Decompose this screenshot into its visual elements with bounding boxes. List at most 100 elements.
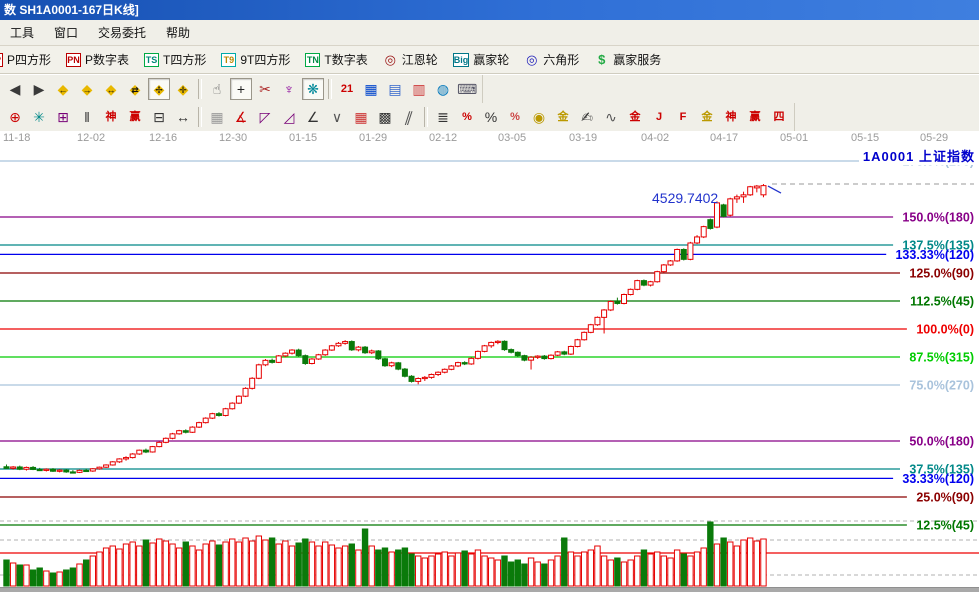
volume-bar — [567, 551, 575, 587]
winner-service-button-icon: $ — [598, 51, 606, 67]
volume-bar — [149, 542, 156, 587]
hexagon-button[interactable]: ◎ 六角形 — [521, 49, 582, 70]
h-arrows-icon[interactable]: ↔ — [172, 106, 194, 128]
f-angle-icon[interactable]: F — [672, 106, 694, 128]
candle — [269, 359, 276, 363]
t-square-button[interactable]: TS T四方形 — [141, 49, 209, 70]
volume-bar — [395, 549, 402, 587]
calculator-icon[interactable]: ▦ — [360, 78, 382, 100]
percent-icon[interactable]: % — [480, 106, 502, 128]
candle — [421, 376, 428, 380]
pen-flag-icon[interactable]: ✍ — [576, 106, 598, 128]
candle — [176, 430, 183, 435]
gold-circle-icon[interactable]: ◉ — [528, 106, 550, 128]
volume-bar — [587, 549, 595, 587]
price-ladder-icon[interactable]: ≣ — [432, 106, 454, 128]
t9-square-button[interactable]: T9 9T四方形 — [218, 49, 293, 70]
candle — [660, 264, 667, 273]
v-check-icon[interactable]: ∨ — [326, 106, 348, 128]
volume-bar — [667, 557, 674, 587]
web-export-icon[interactable]: ◍ — [432, 78, 454, 100]
gold-red-icon[interactable]: 金 — [624, 106, 646, 128]
crosshair-icon[interactable]: + — [230, 78, 252, 100]
volume-bar — [136, 545, 143, 587]
winner-wheel-button[interactable]: Big 赢家轮 — [450, 49, 513, 70]
hexagon-button-label: 六角形 — [543, 53, 580, 67]
chart-area[interactable]: 175.0%(270)150.0%(180)137.5%(135)133.33%… — [0, 131, 979, 587]
gold-lines-icon[interactable]: 金 — [552, 106, 574, 128]
date-tick-label: 05-29 — [920, 132, 949, 144]
fan-box2-icon[interactable]: ◿ — [278, 106, 300, 128]
shen-angle-icon[interactable]: 神 — [720, 106, 742, 128]
calendar-icon[interactable]: 21 — [336, 78, 358, 100]
volume-bar — [514, 559, 521, 587]
diamond-4way-icon[interactable]: ◆ ✢ — [148, 78, 170, 100]
menu-item-1[interactable]: 窗口 — [44, 21, 88, 44]
starburst-icon[interactable]: ✳ — [28, 106, 50, 128]
diamond-swap-icon[interactable]: ◆ ⇄ — [124, 78, 146, 100]
menu-item-2[interactable]: 交易委托 — [88, 21, 156, 44]
grid-red-icon[interactable]: ▦ — [350, 106, 372, 128]
volume-bar — [607, 559, 614, 587]
candle — [23, 466, 30, 470]
grid-black-icon[interactable]: ▩ — [374, 106, 396, 128]
gann-wheel-icon[interactable]: ⊕ — [4, 106, 26, 128]
fib5-icon[interactable]: % — [504, 106, 526, 128]
back-icon[interactable]: ◀ — [4, 78, 26, 100]
diamond-hmove-icon[interactable]: ◆ ↔ — [100, 78, 122, 100]
diamond-cross-icon[interactable]: ◆ ✛ — [172, 78, 194, 100]
diamond-right-icon[interactable]: ◆ → — [76, 78, 98, 100]
fib-retrace-icon[interactable]: % — [456, 106, 478, 128]
report-icon[interactable]: ▤ — [384, 78, 406, 100]
frame-grid-icon[interactable]: ▦ — [206, 106, 228, 128]
winner-service-button[interactable]: $ 赢家服务 — [591, 49, 664, 70]
volume-bar — [713, 543, 721, 587]
save-icon[interactable]: ▥ — [408, 78, 430, 100]
polyline-icon[interactable]: ✂ — [254, 78, 276, 100]
menu-item-0[interactable]: 工具 — [0, 21, 44, 44]
trident-tool-icon[interactable]: ♆ — [278, 78, 300, 100]
candle — [514, 351, 521, 357]
p-table-button-icon: PN — [66, 52, 82, 67]
gann-fan-red-icon[interactable]: ∡ — [230, 106, 252, 128]
volume-bar — [169, 543, 176, 587]
diamond-left-icon[interactable]: ◆ ← — [52, 78, 74, 100]
fan-box1-icon[interactable]: ◸ — [254, 106, 276, 128]
gann-wheel-button[interactable]: ◎ 江恩轮 — [380, 49, 441, 70]
candle — [395, 362, 402, 370]
volume-bar — [647, 553, 654, 587]
title-bar[interactable]: 数 SH1A0001-167日K线] — [0, 0, 979, 20]
t-table-button[interactable]: TN T数字表 — [302, 49, 370, 70]
volume-bar — [175, 547, 183, 587]
j-angle-icon[interactable]: J — [648, 106, 670, 128]
grid-123-icon[interactable]: ⊟ — [148, 106, 170, 128]
wave-icon[interactable]: ∿ — [600, 106, 622, 128]
forward-icon[interactable]: ▶ — [28, 78, 50, 100]
ying-tool-icon[interactable]: 赢 — [124, 106, 146, 128]
pan-hand-icon[interactable]: ☝ — [206, 78, 228, 100]
volume-bar — [580, 551, 588, 587]
slant-lines-icon[interactable]: ∥ — [394, 106, 423, 128]
shen-tool-icon[interactable]: 神 — [100, 106, 122, 128]
volume-bar — [341, 545, 349, 587]
candle — [753, 185, 760, 189]
gold-angle-icon[interactable]: 金 — [696, 106, 718, 128]
kline-tool-icon[interactable]: ‖ — [76, 106, 98, 128]
volume-bar — [248, 540, 256, 587]
pattern-tool-icon[interactable]: ❋ — [302, 78, 324, 100]
p-square-button[interactable]: 9P P四方形 — [0, 49, 54, 70]
grid-target-icon[interactable]: ⊞ — [52, 106, 74, 128]
candle — [667, 260, 674, 266]
candle — [760, 185, 767, 196]
bottom-scroll-strip[interactable] — [0, 587, 979, 592]
si-angle-icon[interactable]: 四 — [768, 106, 790, 128]
candle — [740, 194, 747, 198]
p-table-button[interactable]: PN P数字表 — [63, 49, 132, 70]
print-icon[interactable]: ⌨ — [456, 78, 478, 100]
toolbar-separator — [198, 79, 202, 99]
ying-angle-icon[interactable]: 赢 — [744, 106, 766, 128]
menu-item-3[interactable]: 帮助 — [156, 21, 200, 44]
volume-bar — [82, 559, 90, 587]
candle — [554, 351, 561, 356]
angle-lines-icon[interactable]: ∠ — [302, 106, 324, 128]
